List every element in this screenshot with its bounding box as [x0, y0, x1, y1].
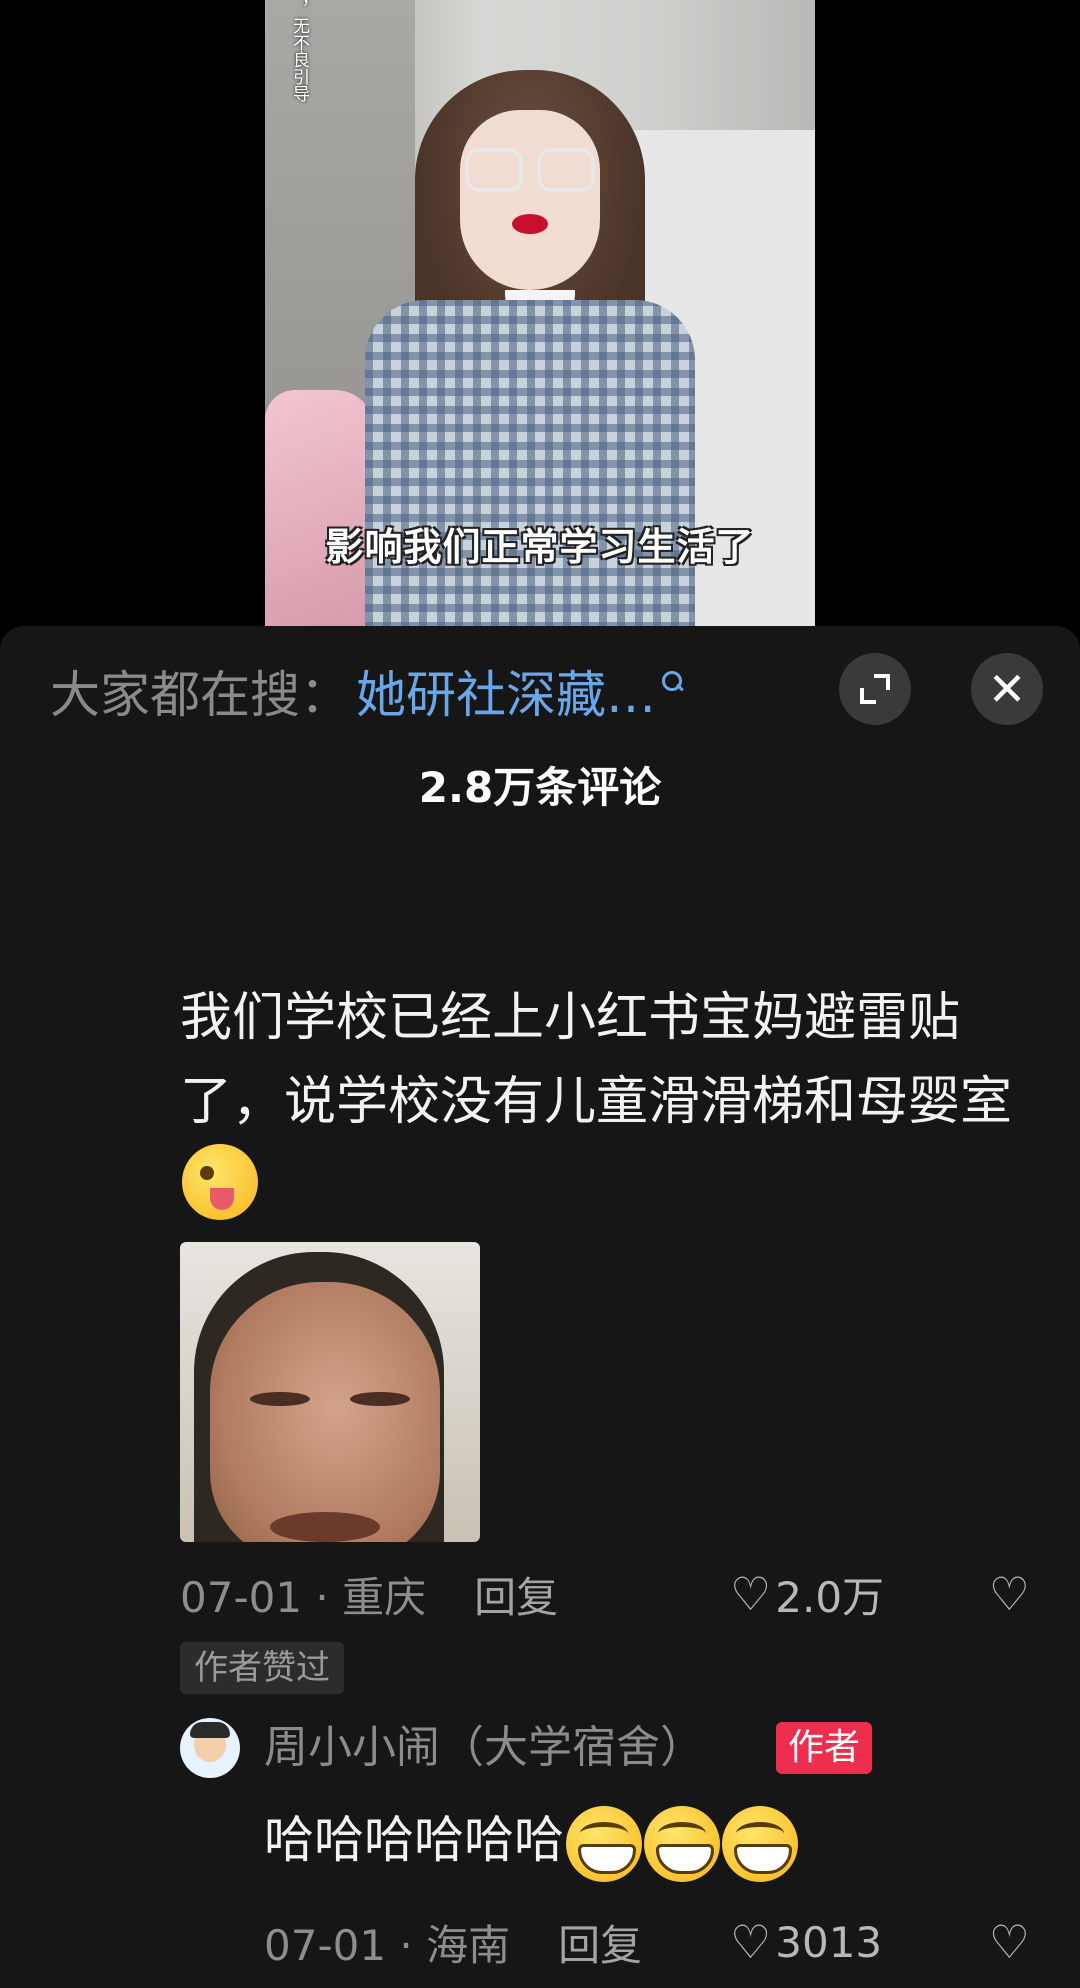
video-subtitle: 影响我们正常学习生活了: [325, 525, 755, 569]
comment-panel: 大家都在搜： 她研社深藏… ✕ 2.8万条评论 我们学校已经上小红书宝妈避雷贴了…: [0, 626, 1080, 1988]
comment-like-button[interactable]: ♡ 2.0万: [730, 1564, 884, 1625]
video-person-dress: [365, 300, 695, 626]
search-icon[interactable]: [662, 671, 684, 693]
video-person-lips: [512, 214, 548, 234]
video-person-face: [460, 110, 600, 290]
author-liked-tag: 作者赞过: [180, 1642, 344, 1694]
reply-text: 哈哈哈哈哈哈: [264, 1811, 564, 1869]
grin-emoji: [644, 1805, 720, 1882]
reply-reply-button[interactable]: 回复: [558, 1912, 642, 1973]
reply-like-count: 3013: [775, 1917, 883, 1967]
reply-username[interactable]: 周小小闹（大学宿舍）: [264, 1718, 704, 1778]
reply-text-row: 哈哈哈哈哈哈: [264, 1798, 798, 1882]
comment-item[interactable]: 我们学校已经上小红书宝妈避雷贴了，说学校没有儿童滑滑梯和母婴室: [180, 976, 1020, 1220]
broken-heart-icon[interactable]: ♡: [989, 1915, 1030, 1969]
wink-tongue-emoji: [182, 1144, 258, 1220]
broken-heart-icon[interactable]: ♡: [989, 1567, 1030, 1621]
comment-date-location: 07-01 · 重庆: [180, 1572, 427, 1622]
heart-icon: ♡: [730, 1567, 772, 1621]
trending-search-link[interactable]: 她研社深藏…: [356, 655, 656, 727]
comment-meta: 07-01 · 重庆 回复 ♡ 2.0万 ♡: [180, 1566, 1030, 1622]
comment-reply-button[interactable]: 回复: [474, 1564, 558, 1625]
grin-emoji: [722, 1805, 798, 1882]
reply-like-button[interactable]: ♡ 3013: [730, 1915, 882, 1969]
author-badge: 作者: [776, 1722, 873, 1774]
video-person-glasses: [465, 148, 595, 194]
heart-icon: ♡: [730, 1915, 772, 1969]
video-side-caption: ，无不良引导: [289, 0, 309, 102]
comment-count-title: 2.8万条评论: [418, 763, 662, 812]
close-icon: ✕: [987, 662, 1027, 716]
comment-like-count: 2.0万: [775, 1572, 885, 1622]
trending-search-prefix: 大家都在搜：: [50, 666, 350, 724]
video-player[interactable]: ，无不良引导 影响我们正常学习生活了: [265, 0, 815, 626]
reply-date-location: 07-01 · 海南: [264, 1920, 511, 1970]
expand-button[interactable]: [839, 653, 911, 725]
avatar[interactable]: [180, 1718, 240, 1778]
expand-icon: [860, 674, 890, 704]
close-button[interactable]: ✕: [971, 653, 1043, 725]
trending-search-bar[interactable]: 大家都在搜： 她研社深藏…: [50, 656, 684, 726]
grin-emoji: [566, 1805, 642, 1882]
video-side-figure: [265, 390, 375, 626]
comment-image[interactable]: [180, 1242, 480, 1542]
comment-text: 我们学校已经上小红书宝妈避雷贴了，说学校没有儿童滑滑梯和母婴室: [180, 988, 1013, 1132]
reply-meta: 07-01 · 海南 回复 ♡ 3013 ♡: [264, 1914, 1030, 1970]
